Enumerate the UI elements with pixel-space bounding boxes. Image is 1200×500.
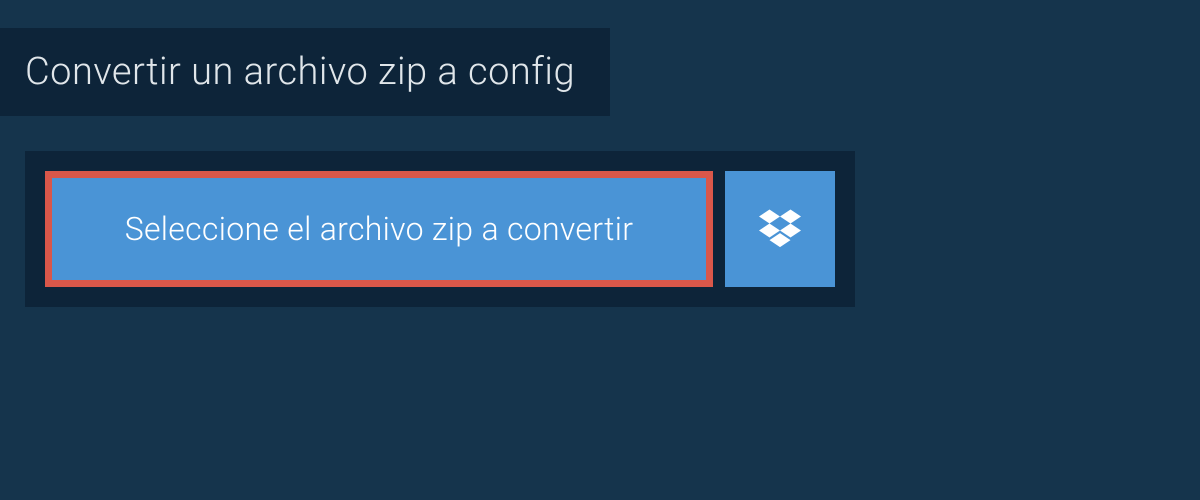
page-title: Convertir un archivo zip a config: [25, 50, 575, 94]
dropbox-icon: [759, 206, 801, 252]
dropbox-button[interactable]: [725, 171, 835, 287]
select-file-button[interactable]: Seleccione el archivo zip a convertir: [45, 171, 713, 287]
page-header: Convertir un archivo zip a config: [0, 28, 610, 116]
file-select-panel: Seleccione el archivo zip a convertir: [25, 151, 855, 307]
